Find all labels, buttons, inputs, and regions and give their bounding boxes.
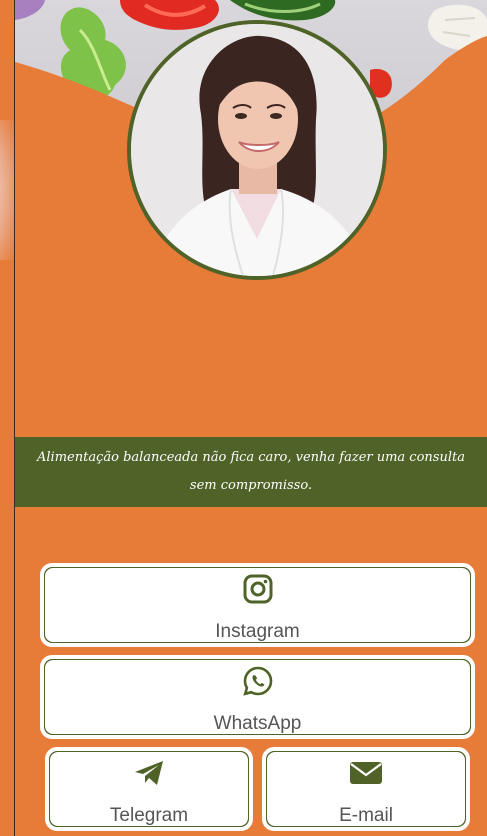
whatsapp-icon xyxy=(242,665,274,701)
telegram-icon xyxy=(133,757,165,793)
email-button[interactable]: E-mail xyxy=(262,747,470,831)
left-background-strip xyxy=(0,0,14,836)
telegram-button[interactable]: Telegram xyxy=(45,747,253,831)
blurred-vegetable-decoration xyxy=(0,120,14,260)
whatsapp-button[interactable]: WhatsApp xyxy=(40,655,475,739)
nutritionist-portrait xyxy=(131,24,383,276)
promo-banner-text: Alimentação balanceada não fica caro, ve… xyxy=(37,450,465,493)
email-label: E-mail xyxy=(339,805,393,826)
instagram-icon xyxy=(242,573,274,609)
whatsapp-label: WhatsApp xyxy=(213,713,302,734)
promo-banner: Alimentação balanceada não fica caro, ve… xyxy=(15,437,487,507)
telegram-label: Telegram xyxy=(109,805,189,826)
hero-header xyxy=(15,0,487,430)
profile-photo xyxy=(127,20,387,280)
envelope-icon xyxy=(348,757,384,793)
instagram-label: Instagram xyxy=(215,621,300,642)
instagram-button[interactable]: Instagram xyxy=(40,563,475,647)
